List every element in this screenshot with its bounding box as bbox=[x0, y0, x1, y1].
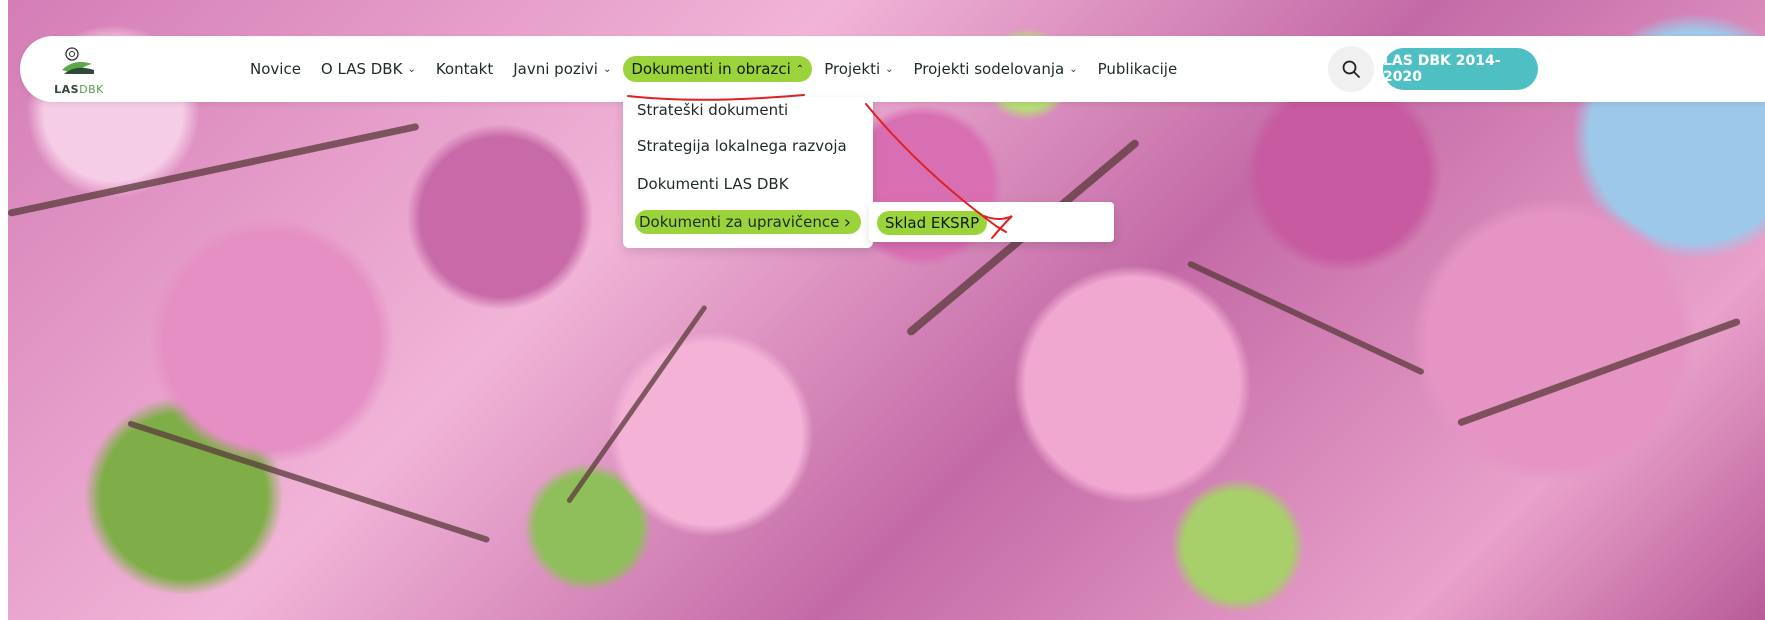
nav-item-label: Javni pozivi bbox=[513, 60, 598, 78]
logo-text-light: DBK bbox=[79, 83, 104, 96]
nav-item-novice[interactable]: Novice bbox=[242, 56, 309, 82]
chevron-right-icon: › bbox=[843, 211, 851, 233]
logo-mark-icon bbox=[62, 47, 94, 74]
site-logo[interactable]: LASDBK bbox=[44, 42, 114, 96]
search-icon bbox=[1342, 60, 1360, 78]
branch-shape bbox=[127, 420, 491, 544]
logo-text-bold: LAS bbox=[54, 83, 80, 96]
dropdown-item-label: Dokumenti za upravičence bbox=[639, 213, 840, 231]
dokumenti-dropdown-menu: Strateški dokumenti Strategija lokalnega… bbox=[623, 97, 873, 248]
chevron-down-icon: ⌄ bbox=[1069, 63, 1078, 75]
logo-text: LASDBK bbox=[54, 83, 104, 96]
nav-item-label: Publikacije bbox=[1097, 60, 1178, 78]
nav-item-publikacije[interactable]: Publikacije bbox=[1090, 56, 1186, 82]
nav-item-label: Novice bbox=[250, 60, 301, 78]
dropdown-item-dokumenti-za-upravicence[interactable]: Dokumenti za upravičence › bbox=[635, 210, 861, 234]
main-nav: Novice O LAS DBK ⌄ Kontakt Javni pozivi … bbox=[242, 36, 1189, 102]
nav-item-label: Projekti sodelovanja bbox=[913, 60, 1065, 78]
nav-item-dokumenti-in-obrazci[interactable]: Dokumenti in obrazci ⌃ bbox=[623, 56, 813, 82]
site-header: LASDBK Novice O LAS DBK ⌄ Kontakt Javni … bbox=[20, 36, 1765, 102]
search-button[interactable] bbox=[1328, 46, 1374, 92]
submenu-item-sklad-eksrp[interactable]: Sklad EKSRP bbox=[877, 211, 988, 235]
dropdown-item-dokumenti-las-dbk[interactable]: Dokumenti LAS DBK bbox=[637, 175, 789, 193]
upravicence-submenu: Sklad EKSRP bbox=[869, 202, 1114, 242]
nav-item-kontakt[interactable]: Kontakt bbox=[428, 56, 501, 82]
nav-item-label: O LAS DBK bbox=[320, 60, 403, 78]
dropdown-item-strategija-lokalnega-razvoja[interactable]: Strategija lokalnega razvoja bbox=[637, 137, 847, 155]
chevron-up-icon: ⌃ bbox=[795, 63, 805, 75]
nav-item-o-las-dbk[interactable]: O LAS DBK ⌄ bbox=[313, 56, 424, 82]
nav-item-projekti[interactable]: Projekti ⌄ bbox=[816, 56, 901, 82]
chevron-down-icon: ⌄ bbox=[885, 63, 894, 75]
nav-item-label: Projekti bbox=[824, 60, 881, 78]
nav-item-projekti-sodelovanja[interactable]: Projekti sodelovanja ⌄ bbox=[906, 56, 1086, 82]
nav-item-label: Dokumenti in obrazci bbox=[631, 60, 791, 78]
chevron-down-icon: ⌄ bbox=[602, 63, 612, 75]
nav-item-label: Kontakt bbox=[435, 60, 494, 78]
dropdown-item-strateski-dokumenti[interactable]: Strateški dokumenti bbox=[637, 101, 788, 119]
branch-shape bbox=[565, 304, 708, 504]
chevron-down-icon: ⌄ bbox=[407, 63, 416, 75]
branch-shape bbox=[1186, 260, 1425, 376]
branch-shape bbox=[1456, 317, 1742, 427]
las-dbk-2014-2020-button[interactable]: LAS DBK 2014-2020 bbox=[1383, 48, 1538, 90]
nav-item-javni-pozivi[interactable]: Javni pozivi ⌄ bbox=[505, 56, 619, 82]
branch-shape bbox=[7, 122, 420, 217]
